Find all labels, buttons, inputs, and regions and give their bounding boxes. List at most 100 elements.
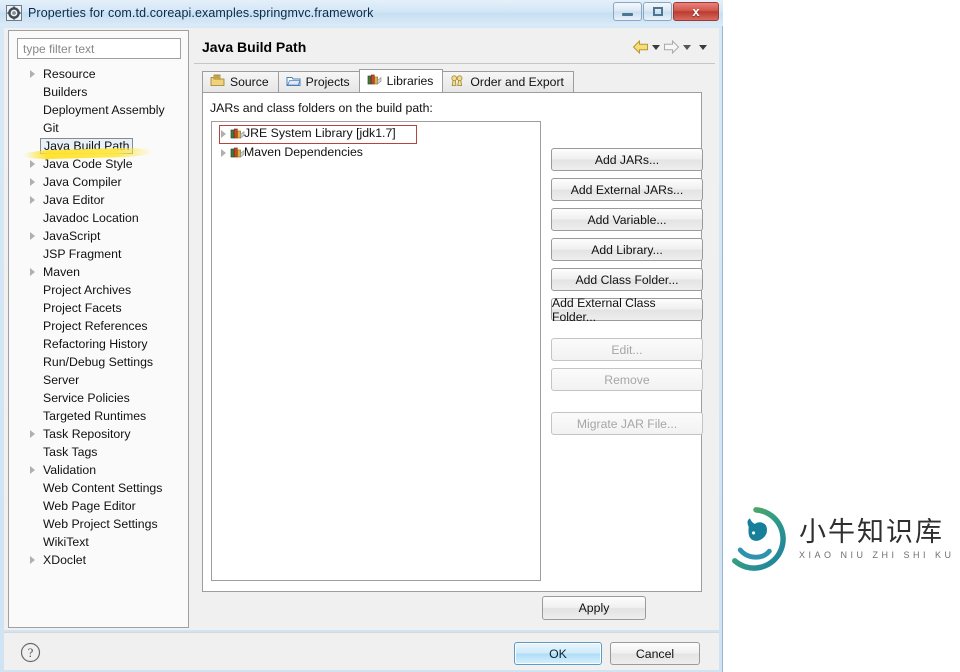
expand-triangle-icon[interactable] [30,268,35,276]
add-variable-button[interactable]: Add Variable... [551,208,703,231]
add-external-jars-button[interactable]: Add External JARs... [551,178,703,201]
sidebar-item-label: Maven [43,265,80,279]
remove-button: Remove [551,368,703,391]
sidebar-item-web-page-editor[interactable]: Web Page Editor [9,497,188,515]
tab-order-and-export[interactable]: Order and Export [442,71,574,92]
sidebar-item-project-references[interactable]: Project References [9,317,188,335]
tab-label: Source [230,75,269,89]
sidebar-item-java-build-path[interactable]: Java Build Path [9,137,188,160]
sidebar-item-project-facets[interactable]: Project Facets [9,299,188,317]
sidebar-item-label: Run/Debug Settings [43,355,154,369]
sidebar-item-wikitext[interactable]: WikiText [9,533,188,551]
sidebar-item-deployment-assembly[interactable]: Deployment Assembly [9,101,188,119]
sidebar-item-server[interactable]: Server [9,371,188,389]
sidebar-item-javascript[interactable]: JavaScript [9,227,188,245]
window-titlebar: Properties for com.td.coreapi.examples.s… [0,0,723,26]
tab-projects[interactable]: Projects [277,71,360,92]
cancel-button[interactable]: Cancel [610,642,700,665]
maximize-button[interactable] [643,2,672,21]
sidebar-item-label: Deployment Assembly [43,103,165,117]
back-dropdown-chevron-down-icon[interactable] [652,44,660,50]
sidebar-item-maven[interactable]: Maven [9,263,188,281]
sidebar-item-targeted-runtimes[interactable]: Targeted Runtimes [9,407,188,425]
sidebar-item-task-repository[interactable]: Task Repository [9,425,188,443]
expand-triangle-icon[interactable] [30,556,35,564]
projects-folder-icon [286,74,301,90]
sidebar-item-git[interactable]: Git [9,119,188,137]
watermark-corner: 小牛知识库 XIAO NIU ZHI SHI KU [722,505,955,573]
svg-text:?: ? [28,646,34,660]
watermark-zh-text: 小牛知识库 [799,516,944,548]
close-button[interactable]: x [673,2,719,21]
sidebar-item-label: WikiText [43,535,89,549]
expand-triangle-icon[interactable] [30,430,35,438]
filter-input[interactable]: type filter text [17,38,181,59]
sidebar-item-label: Java Build Path [40,138,134,154]
sidebar-item-task-tags[interactable]: Task Tags [9,443,188,461]
libraries-list[interactable]: JRE System Library [jdk1.7] Maven Depende… [211,121,541,581]
expand-triangle-icon[interactable] [30,232,35,240]
add-library-button[interactable]: Add Library... [551,238,703,261]
migrate-jar-file-button: Migrate JAR File... [551,412,703,435]
sidebar-item-label: XDoclet [43,553,87,567]
sidebar-item-service-policies[interactable]: Service Policies [9,389,188,407]
sidebar-item-javadoc-location[interactable]: Javadoc Location [9,209,188,227]
expand-triangle-icon[interactable] [221,149,226,157]
sidebar-item-refactoring-history[interactable]: Refactoring History [9,335,188,353]
expand-triangle-icon[interactable] [30,178,35,186]
sidebar-item-web-project-settings[interactable]: Web Project Settings [9,515,188,533]
list-label: JARs and class folders on the build path… [210,101,433,115]
properties-dialog-window: Properties for com.td.coreapi.examples.s… [0,0,723,672]
expand-triangle-icon[interactable] [30,160,35,168]
expand-triangle-icon[interactable] [30,466,35,474]
sidebar-item-run-debug-settings[interactable]: Run/Debug Settings [9,353,188,371]
sidebar-item-xdoclet[interactable]: XDoclet [9,551,188,569]
sidebar-item-web-content-settings[interactable]: Web Content Settings [9,479,188,497]
sidebar-item-label: Server [43,373,80,387]
tab-libraries[interactable]: Libraries [358,69,444,92]
expand-triangle-icon[interactable] [30,70,35,78]
sidebar-item-label: Java Code Style [43,157,133,171]
window-controls: x [613,2,719,21]
source-folder-icon [210,74,225,90]
sidebar-item-label: Project Archives [43,283,132,297]
page-menu-chevron-down-icon[interactable] [699,44,707,50]
expand-triangle-icon[interactable] [221,130,226,138]
sidebar-item-label: Web Content Settings [43,481,163,495]
libraries-books-icon [367,73,382,89]
sidebar-item-label: Task Repository [43,427,131,441]
sidebar-item-label: Javadoc Location [43,211,139,225]
sidebar-item-builders[interactable]: Builders [9,83,188,101]
add-jars-button[interactable]: Add JARs... [551,148,703,171]
add-class-folder-button[interactable]: Add Class Folder... [551,268,703,291]
ok-button[interactable]: OK [514,642,602,665]
sidebar-item-validation[interactable]: Validation [9,461,188,479]
library-list-item[interactable]: Maven Dependencies [212,143,540,162]
sidebar-item-java-compiler[interactable]: Java Compiler [9,173,188,191]
sidebar-item-label: Project References [43,319,148,333]
page-title: Java Build Path [202,39,307,55]
sidebar-item-java-code-style[interactable]: Java Code Style [9,155,188,173]
apply-button[interactable]: Apply [542,596,646,620]
minimize-button[interactable] [613,2,642,21]
order-export-icon [450,74,465,90]
back-arrow-icon[interactable] [632,40,649,54]
forward-dropdown-chevron-down-icon[interactable] [683,44,691,50]
sidebar-item-label: Project Facets [43,301,122,315]
sidebar-item-resource[interactable]: Resource [9,65,188,83]
expand-triangle-icon[interactable] [30,196,35,204]
sidebar-item-java-editor[interactable]: Java Editor [9,191,188,209]
libraries-tab-panel: JARs and class folders on the build path… [202,92,703,592]
help-question-icon[interactable]: ? [20,642,41,663]
library-list-item[interactable]: JRE System Library [jdk1.7] [212,124,540,144]
sidebar-item-label: Service Policies [43,391,130,405]
apply-button-wrap: Apply [542,596,646,620]
sidebar-item-label: JavaScript [43,229,101,243]
sidebar-item-project-archives[interactable]: Project Archives [9,281,188,299]
sidebar-item-label: JSP Fragment [43,247,122,261]
sidebar-item-label: Web Project Settings [43,517,158,531]
sidebar-item-jsp-fragment[interactable]: JSP Fragment [9,245,188,263]
sidebar-item-label: Refactoring History [43,337,148,351]
tab-source[interactable]: Source [202,71,279,92]
add-external-class-folder-button[interactable]: Add External Class Folder... [551,296,703,324]
